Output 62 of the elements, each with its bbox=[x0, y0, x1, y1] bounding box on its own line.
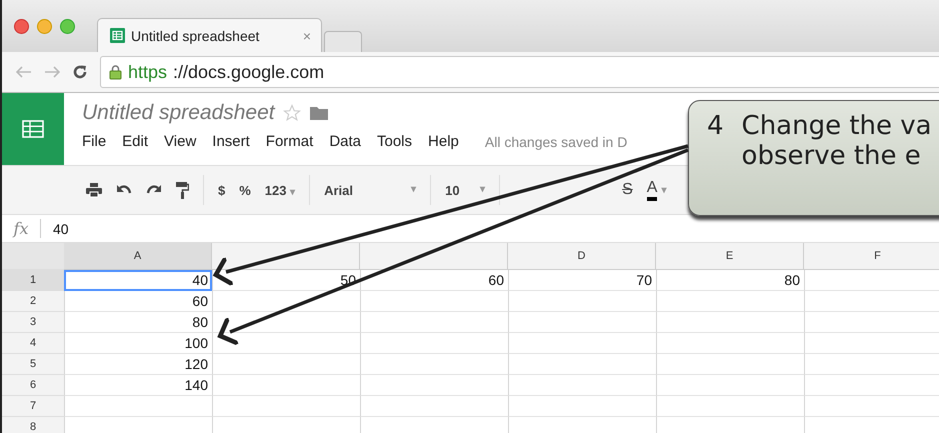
table-cell: 70 bbox=[508, 270, 656, 291]
column-header[interactable] bbox=[212, 243, 360, 270]
table-cell: 120 bbox=[64, 354, 212, 375]
column-header[interactable]: D bbox=[508, 243, 656, 270]
table-cell: 140 bbox=[64, 375, 212, 396]
save-status: All changes saved in D bbox=[484, 134, 628, 150]
currency-format-button[interactable]: $ bbox=[218, 182, 226, 198]
row-header[interactable]: 6 bbox=[2, 375, 64, 396]
menu-item[interactable]: Tools bbox=[377, 133, 412, 150]
row-header[interactable]: 4 bbox=[2, 333, 64, 354]
format-button[interactable]: S bbox=[622, 179, 633, 201]
column-header[interactable] bbox=[360, 243, 508, 270]
lock-icon bbox=[109, 64, 122, 80]
row-header[interactable]: 5 bbox=[2, 354, 64, 375]
row-header[interactable]: 7 bbox=[2, 396, 64, 417]
browser-tab[interactable]: Untitled spreadsheet × bbox=[97, 18, 322, 52]
menu-item[interactable]: Format bbox=[266, 133, 314, 150]
address-field[interactable]: https ://docs.google.com bbox=[100, 56, 939, 88]
callout-text: Change the va bbox=[742, 111, 932, 141]
menu-item[interactable]: Help bbox=[428, 133, 459, 150]
spreadsheet-icon bbox=[110, 28, 125, 43]
table-cell: 100 bbox=[64, 333, 212, 354]
undo-icon[interactable] bbox=[116, 184, 132, 196]
table-cell: 40 bbox=[64, 270, 212, 291]
percent-format-button[interactable]: % bbox=[239, 182, 251, 198]
paint-format-icon[interactable] bbox=[176, 182, 189, 198]
menu-item[interactable]: Edit bbox=[122, 133, 148, 150]
formula-input[interactable]: 40 bbox=[53, 220, 69, 236]
menu-item[interactable]: Data bbox=[329, 133, 361, 150]
column-header[interactable]: F bbox=[804, 243, 939, 270]
row-header[interactable]: 8 bbox=[2, 417, 64, 433]
callout-text: observe the e bbox=[742, 141, 922, 171]
table-cell: 80 bbox=[64, 312, 212, 333]
zoom-window-button[interactable] bbox=[60, 18, 75, 34]
redo-icon[interactable] bbox=[146, 184, 162, 196]
font-dropdown[interactable]: Arial ▾ bbox=[324, 182, 416, 198]
number-format-dropdown[interactable]: 123 ▾ bbox=[264, 182, 296, 198]
row-header[interactable]: 2 bbox=[2, 291, 64, 312]
function-label: fx bbox=[2, 219, 41, 238]
menu-item[interactable]: File bbox=[82, 133, 106, 150]
menu-item[interactable]: View bbox=[164, 133, 196, 150]
menu-item[interactable]: Insert bbox=[212, 133, 250, 150]
reload-icon[interactable] bbox=[72, 64, 88, 80]
table-cell: 60 bbox=[360, 270, 508, 291]
minimize-window-button[interactable] bbox=[37, 18, 52, 34]
table-cell: 60 bbox=[64, 291, 212, 312]
step-number: 4 bbox=[707, 111, 724, 143]
column-header[interactable]: E bbox=[656, 243, 804, 270]
table-cell: 80 bbox=[656, 270, 804, 291]
document-title[interactable]: Untitled spreadsheet bbox=[82, 101, 275, 125]
tab-title: Untitled spreadsheet bbox=[131, 28, 260, 44]
spreadsheet-icon bbox=[22, 120, 44, 138]
font-size-dropdown[interactable]: 10 ▾ bbox=[445, 182, 486, 198]
close-window-button[interactable] bbox=[14, 18, 29, 34]
print-icon[interactable] bbox=[86, 183, 102, 197]
format-button[interactable]: A ▾ bbox=[646, 179, 666, 201]
sheets-logo-tile[interactable] bbox=[2, 93, 64, 165]
star-icon[interactable] bbox=[282, 104, 301, 122]
row-header[interactable]: 1 bbox=[2, 270, 64, 291]
column-header[interactable]: A bbox=[64, 243, 212, 270]
folder-icon[interactable] bbox=[308, 105, 329, 121]
row-header[interactable]: 3 bbox=[2, 312, 64, 333]
